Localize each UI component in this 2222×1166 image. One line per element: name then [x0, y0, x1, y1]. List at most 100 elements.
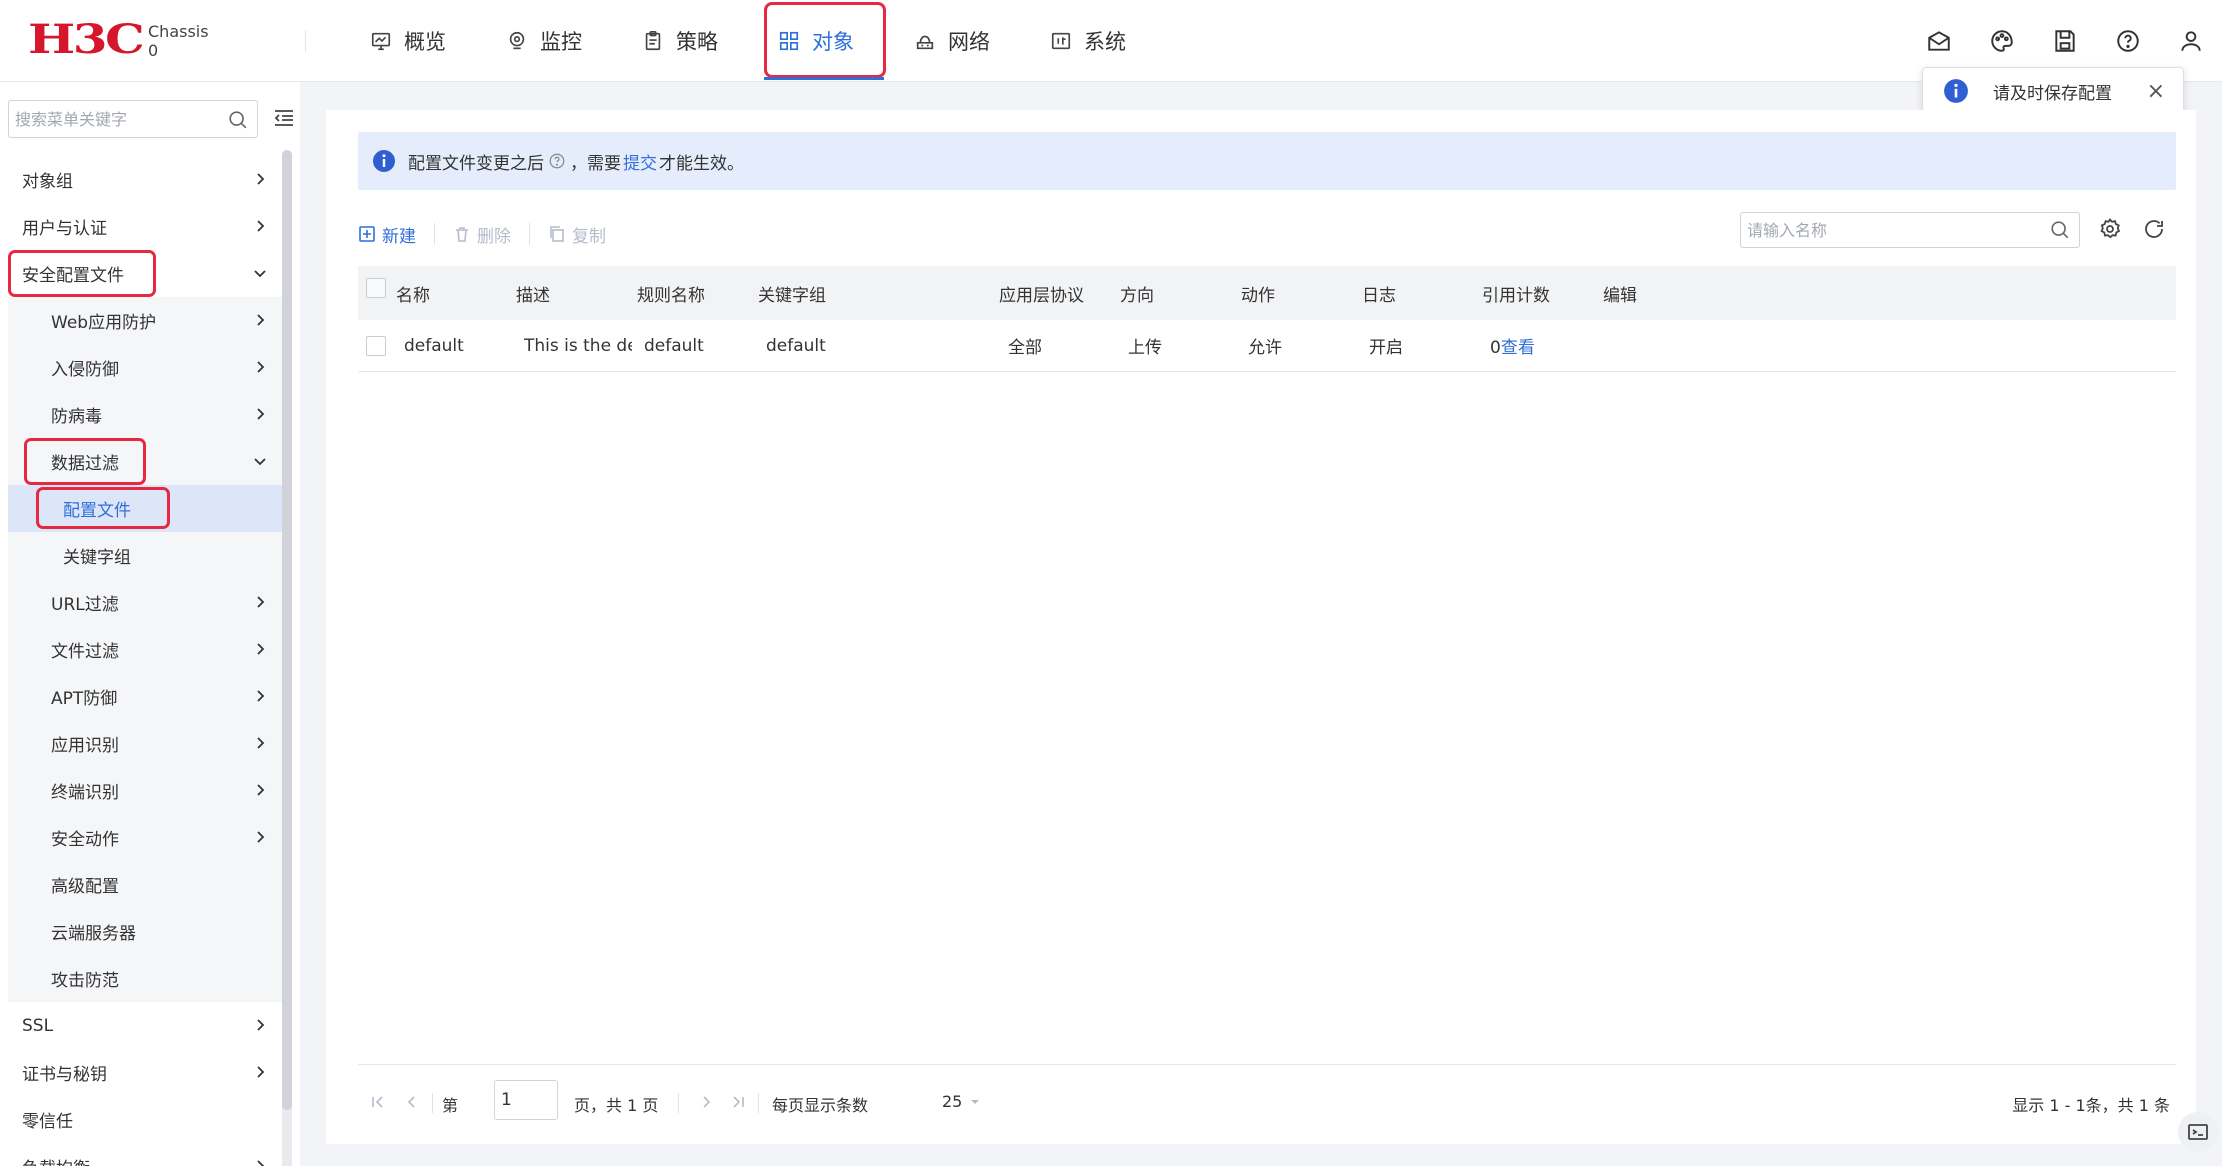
- pager-divider: [432, 1093, 433, 1113]
- sidebar-item-label: 文件过滤: [51, 642, 119, 662]
- sidebar-item-profile[interactable]: 配置文件: [8, 485, 282, 532]
- toolbar-divider: [529, 223, 530, 245]
- sidebar-item-object-group[interactable]: 对象组: [0, 156, 282, 203]
- col-desc: 描述: [516, 285, 550, 306]
- sidebar-item-apt[interactable]: APT防御: [8, 673, 282, 720]
- chevron-right-icon: [257, 784, 265, 796]
- chevron-right-icon: [257, 408, 265, 420]
- sidebar-item-cloud-server[interactable]: 云端服务器: [8, 908, 282, 955]
- gear-icon[interactable]: [2098, 217, 2122, 241]
- sidebar-item-terminal-identify[interactable]: 终端识别: [8, 767, 282, 814]
- palette-icon: [1990, 30, 2013, 52]
- col-rule: 规则名称: [637, 285, 705, 306]
- col-keyword-group: 关键字组: [758, 285, 826, 306]
- brand-logo[interactable]: H3C Chassis 0: [28, 20, 209, 61]
- delete-button[interactable]: 删除: [453, 222, 511, 247]
- copy-button[interactable]: 复制: [548, 222, 606, 247]
- highlight-box: [8, 250, 156, 297]
- active-underline: [764, 77, 884, 80]
- sidebar-item-label: 攻击防范: [51, 971, 119, 991]
- info-banner: 配置文件变更之后 ，需要 提交 才能生效。: [358, 132, 2176, 190]
- nav-policy-label: 策略: [676, 30, 718, 54]
- name-search-input[interactable]: [1741, 213, 2031, 247]
- sidebar-item-label: 关键字组: [63, 548, 131, 568]
- submit-link[interactable]: 提交: [623, 149, 657, 174]
- table-header: 名称 描述 规则名称 关键字组 应用层协议 方向 动作 日志 引用计数 编辑: [358, 266, 2176, 320]
- top-bar: H3C Chassis 0 概览 监控 策略 对象 网络 系统: [0, 0, 2222, 82]
- cell-log: 开启: [1369, 338, 1403, 358]
- logo-mark: H3C: [28, 16, 145, 63]
- next-page-button[interactable]: [696, 1092, 716, 1116]
- prev-page-button[interactable]: [402, 1092, 422, 1116]
- new-button[interactable]: 新建: [358, 222, 416, 247]
- nav-monitor[interactable]: 监控: [496, 0, 592, 82]
- search-icon[interactable]: [2049, 219, 2071, 241]
- terminal-button[interactable]: [2178, 1112, 2218, 1152]
- last-page-button[interactable]: [728, 1092, 748, 1116]
- sidebar-item-load-balance[interactable]: 负载均衡: [0, 1143, 282, 1166]
- banner-text-before: 配置文件变更之后: [408, 153, 544, 174]
- sidebar-item-app-identify[interactable]: 应用识别: [8, 720, 282, 767]
- sidebar-item-ssl[interactable]: SSL: [0, 1002, 282, 1049]
- chevron-right-icon: [257, 1066, 265, 1078]
- footer-divider: [358, 1064, 2176, 1065]
- sidebar-item-data-filter[interactable]: 数据过滤: [8, 438, 282, 485]
- sidebar-item-security-profile[interactable]: 安全配置文件: [0, 250, 282, 297]
- sidebar-item-antivirus[interactable]: 防病毒: [8, 391, 282, 438]
- refresh-icon[interactable]: [2142, 217, 2166, 241]
- select-all-checkbox[interactable]: [366, 278, 386, 298]
- cell-ref-count: 0查看: [1490, 333, 1535, 358]
- first-page-button[interactable]: [368, 1092, 388, 1116]
- close-icon[interactable]: ×: [2147, 79, 2165, 104]
- sidebar-item-url-filter[interactable]: URL过滤: [8, 579, 282, 626]
- main-nav: 概览 监控 策略 对象 网络 系统: [360, 0, 1176, 82]
- sidebar-item-ips[interactable]: 入侵防御: [8, 344, 282, 391]
- sidebar-item-label: SSL: [22, 1015, 54, 1036]
- nav-network[interactable]: 网络: [904, 0, 1000, 82]
- nav-overview-label: 概览: [404, 30, 446, 54]
- sidebar-item-advanced[interactable]: 高级配置: [8, 861, 282, 908]
- sidebar-item-label: 用户与认证: [22, 219, 107, 239]
- menu-search-input[interactable]: [9, 101, 209, 137]
- info-icon: [1944, 79, 1968, 103]
- sidebar-item-label: 防病毒: [51, 407, 102, 427]
- cell-desc: This is the default: [524, 335, 632, 356]
- chevron-right-icon: [257, 690, 265, 702]
- col-action: 动作: [1241, 285, 1275, 306]
- sidebar-item-user-auth[interactable]: 用户与认证: [0, 203, 282, 250]
- sidebar-item-keyword-group[interactable]: 关键字组: [8, 532, 282, 579]
- sidebar-item-zero-trust[interactable]: 零信任: [0, 1096, 282, 1143]
- nav-policy[interactable]: 策略: [632, 0, 728, 82]
- nav-overview[interactable]: 概览: [360, 0, 456, 82]
- cell-name: default: [404, 335, 464, 356]
- collapse-sidebar-icon[interactable]: [272, 106, 296, 130]
- nav-system[interactable]: 系统: [1040, 0, 1136, 82]
- highlight-box: [24, 438, 146, 485]
- new-button-label: 新建: [382, 226, 416, 247]
- row-checkbox[interactable]: [366, 336, 386, 356]
- sidebar-scrollbar[interactable]: [282, 150, 292, 1166]
- sidebar-item-waf[interactable]: Web应用防护: [8, 297, 282, 344]
- sidebar-item-security-action[interactable]: 安全动作: [8, 814, 282, 861]
- view-link[interactable]: 查看: [1501, 338, 1535, 358]
- toast-message: 请及时保存配置: [1993, 83, 2112, 104]
- sidebar-item-attack-defense[interactable]: 攻击防范: [8, 955, 282, 1002]
- nav-object[interactable]: 对象: [764, 0, 886, 82]
- ref-count-value: 0: [1490, 338, 1501, 358]
- cell-protocol: 全部: [1008, 338, 1042, 358]
- trash-icon: [456, 227, 468, 242]
- search-icon[interactable]: [227, 109, 249, 131]
- sidebar-item-label: 负载均衡: [22, 1154, 90, 1166]
- add-icon: [359, 226, 375, 242]
- sidebar-item-file-filter[interactable]: 文件过滤: [8, 626, 282, 673]
- page-number-input[interactable]: [494, 1080, 558, 1120]
- help-circle-icon[interactable]: [548, 152, 566, 170]
- sidebar-item-label: URL过滤: [51, 595, 119, 615]
- toolbar: 新建 删除 复制: [358, 216, 606, 252]
- banner-text-after: 才能生效。: [659, 153, 744, 174]
- sidebar-item-cert-key[interactable]: 证书与秘钥: [0, 1049, 282, 1096]
- sidebar-scroll-thumb[interactable]: [282, 150, 292, 1110]
- table-row[interactable]: default This is the default default defa…: [358, 320, 2176, 372]
- sidebar-item-label: 证书与秘钥: [22, 1065, 107, 1085]
- per-page-select[interactable]: 25: [942, 1092, 982, 1111]
